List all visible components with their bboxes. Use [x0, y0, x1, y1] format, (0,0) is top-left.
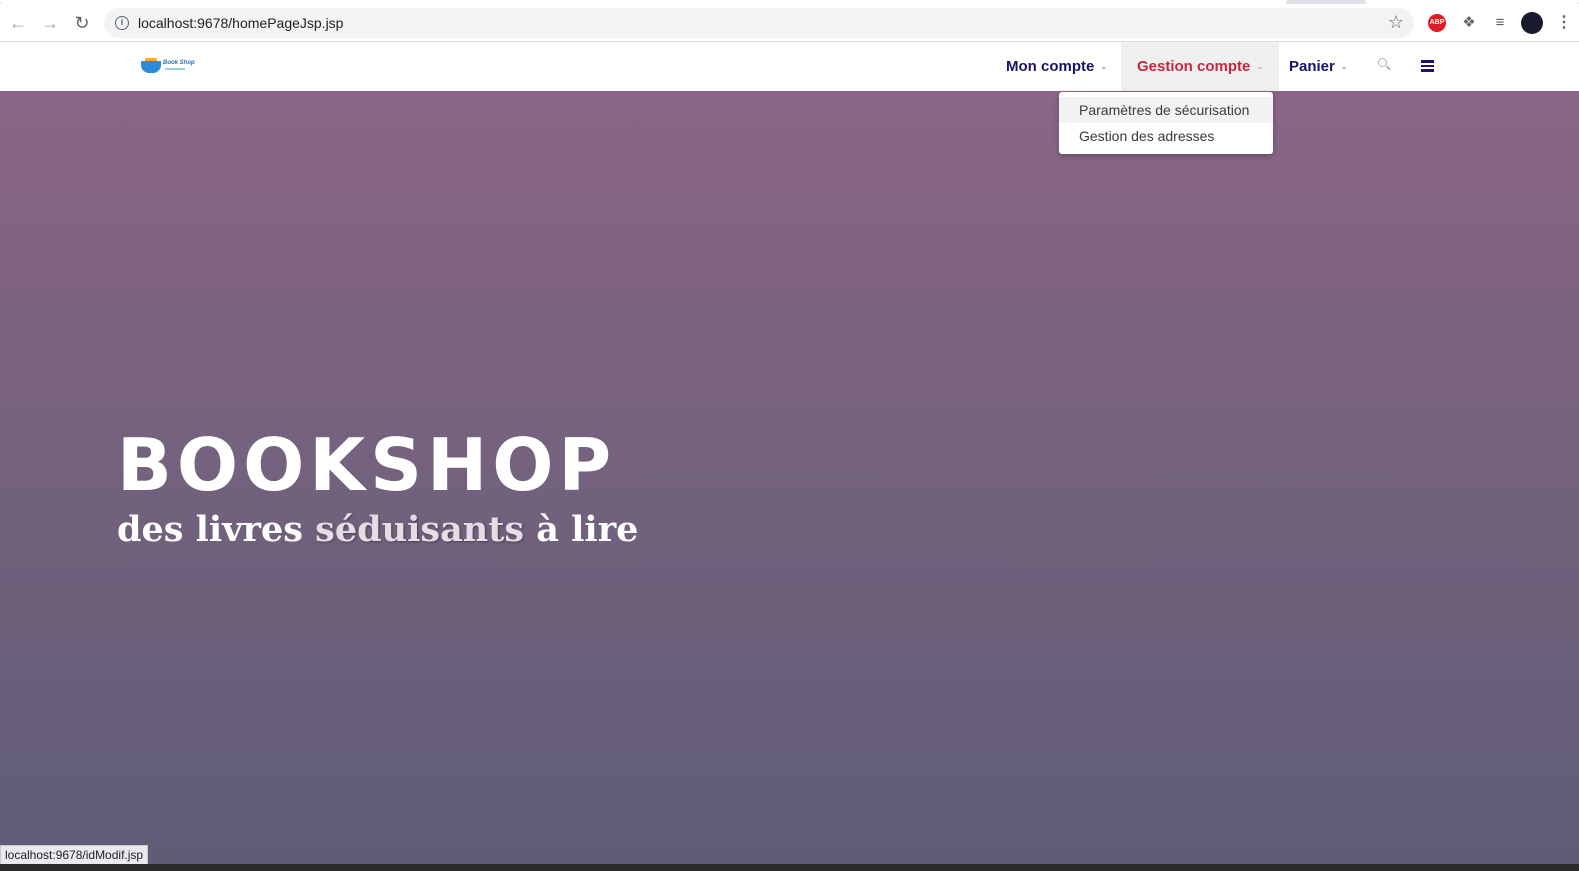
chevron-down-icon: ⌄: [1100, 62, 1108, 71]
info-icon[interactable]: i: [115, 16, 129, 30]
chevron-down-icon: ⌄: [1256, 62, 1264, 71]
nav-item-gestion-compte[interactable]: Gestion compte ⌄: [1121, 42, 1280, 91]
search-icon[interactable]: [1378, 58, 1392, 72]
profile-avatar[interactable]: [1521, 12, 1543, 34]
hero-subtitle-part2: à lire: [524, 509, 639, 550]
logo-text: Book Shop: [163, 60, 195, 66]
reload-icon[interactable]: ↻: [71, 12, 93, 34]
status-url: localhost:9678/idModif.jsp: [0, 845, 149, 865]
hero-subtitle: des livres séduisants à lire: [117, 509, 638, 550]
logo-underline: [165, 68, 185, 70]
logo-boat-shape: [141, 61, 161, 73]
back-icon[interactable]: ←: [7, 12, 29, 34]
bottom-edge: [0, 864, 1579, 871]
media-control-icon[interactable]: ≡: [1489, 12, 1511, 34]
nav-item-panier[interactable]: Panier ⌄: [1289, 42, 1348, 91]
hero-subtitle-highlight: séduisants: [315, 509, 525, 550]
hero-subtitle-part1: des livres: [117, 509, 316, 550]
url-text[interactable]: localhost:9678/homePageJsp.jsp: [138, 15, 343, 31]
adblock-icon[interactable]: ABP: [1428, 14, 1446, 32]
address-bar[interactable]: i localhost:9678/homePageJsp.jsp ☆: [104, 8, 1414, 38]
site-navbar: Book Shop Mon compte ⌄ Gestion compte ⌄ Pa…: [0, 42, 1579, 91]
browser-toolbar: ← → ↻ i localhost:9678/homePageJsp.jsp ☆…: [0, 4, 1579, 42]
nav-item-mon-compte[interactable]: Mon compte ⌄: [1006, 42, 1107, 91]
chevron-down-icon: ⌄: [1340, 62, 1348, 71]
hero-title: BOOKSHOP: [117, 423, 617, 507]
nav-item-label: Panier: [1289, 58, 1335, 75]
gestion-compte-dropdown: Paramètres de sécurisation Gestion des a…: [1059, 92, 1273, 154]
dropdown-item-securisation[interactable]: Paramètres de sécurisation: [1059, 97, 1273, 123]
dropdown-item-adresses[interactable]: Gestion des adresses: [1059, 123, 1273, 149]
star-icon[interactable]: ☆: [1388, 12, 1404, 33]
nav-item-label: Gestion compte: [1137, 58, 1251, 75]
hamburger-menu-icon[interactable]: [1421, 60, 1434, 72]
bookshop-logo[interactable]: Book Shop: [141, 58, 195, 74]
nav-item-label: Mon compte: [1006, 58, 1095, 75]
hero-banner: BOOKSHOP des livres séduisants à lire: [0, 91, 1579, 871]
browser-menu-icon[interactable]: ⋮: [1553, 12, 1575, 34]
extensions-icon[interactable]: ❖: [1458, 12, 1480, 34]
forward-icon[interactable]: →: [39, 12, 61, 34]
